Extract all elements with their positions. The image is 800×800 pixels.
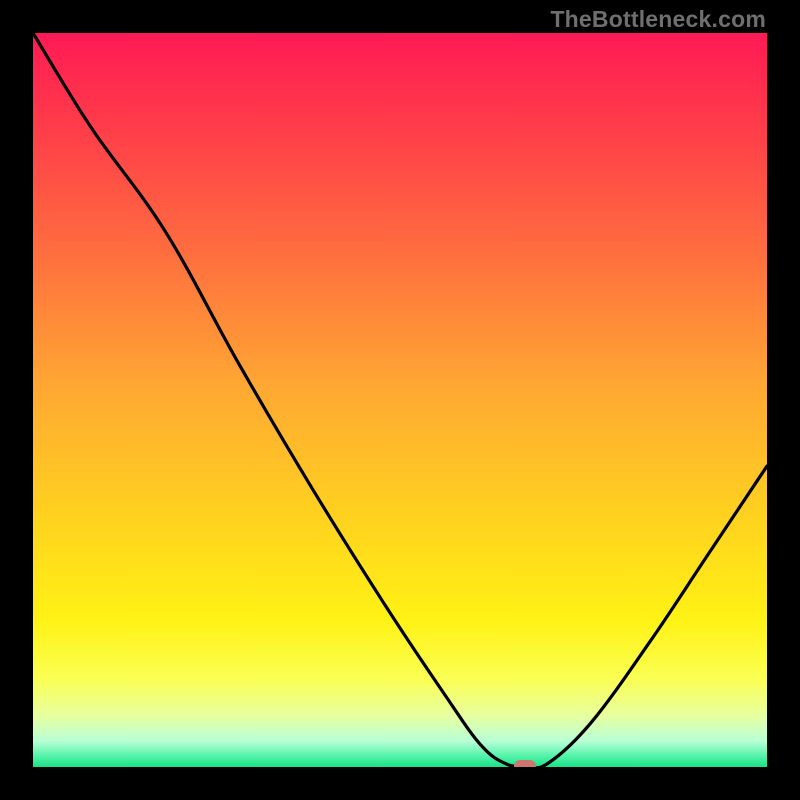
plot-area: [33, 33, 767, 767]
watermark-text: TheBottleneck.com: [550, 6, 766, 33]
optimal-point-marker: [514, 760, 536, 767]
bottleneck-curve: [33, 33, 767, 767]
chart-frame: TheBottleneck.com: [0, 0, 800, 800]
